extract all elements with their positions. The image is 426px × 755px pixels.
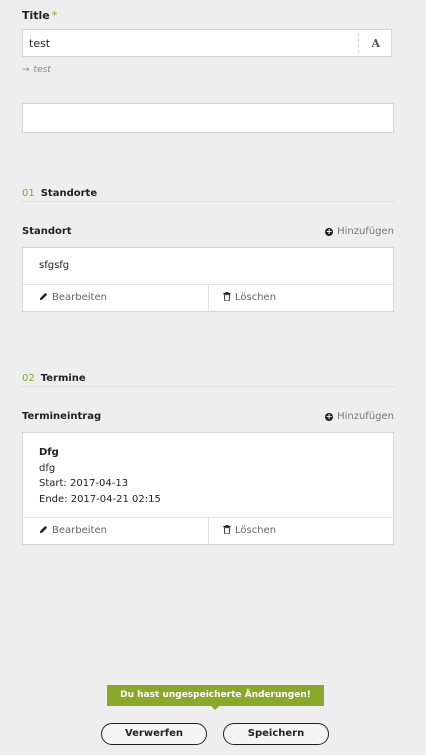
termineintrag-group-title: Termineintrag xyxy=(22,411,102,422)
section-number: 02 xyxy=(22,373,35,384)
delete-button[interactable]: Löschen xyxy=(223,285,276,311)
edit-label: Bearbeiten xyxy=(52,292,107,303)
pencil-icon xyxy=(39,292,48,301)
arrow-right-icon: → xyxy=(22,65,30,75)
title-label: Title * xyxy=(22,9,57,22)
termin-details: Dfg dfg Start: 2017-04-13 Ende: 2017-04-… xyxy=(23,433,393,517)
delete-label: Löschen xyxy=(235,525,277,536)
termin-card: Dfg dfg Start: 2017-04-13 Ende: 2017-04-… xyxy=(22,432,394,545)
plus-circle-icon: + xyxy=(325,412,334,421)
section-name: Termine xyxy=(40,373,86,384)
trash-icon xyxy=(223,292,231,302)
add-termineintrag-button[interactable]: + Hinzufügen xyxy=(325,411,394,422)
title-label-text: Title xyxy=(22,9,50,22)
card-actions: Bearbeiten Löschen xyxy=(23,517,393,544)
standort-group-title: Standort xyxy=(22,226,72,237)
section-number: 01 xyxy=(22,188,35,199)
text-input[interactable] xyxy=(22,103,394,133)
add-label: Hinzufügen xyxy=(337,226,394,237)
unsaved-changes-toast: Du hast ungespeicherte Änderungen! xyxy=(107,685,324,710)
action-divider xyxy=(208,285,209,311)
standort-text: sfgsfg xyxy=(39,260,70,271)
action-divider xyxy=(208,518,209,544)
termin-end: Ende: 2017-04-21 02:15 xyxy=(39,493,161,505)
add-standort-button[interactable]: + Hinzufügen xyxy=(325,226,394,237)
title-input[interactable]: test A xyxy=(22,29,392,57)
edit-button[interactable]: Bearbeiten xyxy=(39,518,107,544)
section-standorte: 01 Standorte xyxy=(22,181,394,202)
text-format-icon[interactable]: A xyxy=(371,37,380,50)
title-input-value: test xyxy=(29,37,51,50)
section-termine: 02 Termine xyxy=(22,366,394,387)
section-name: Standorte xyxy=(40,188,98,199)
standort-card: sfgsfg Bearbeiten Löschen xyxy=(22,247,394,312)
discard-button[interactable]: Verwerfen xyxy=(101,723,207,745)
delete-label: Löschen xyxy=(235,292,277,303)
trash-icon xyxy=(223,525,231,535)
edit-label: Bearbeiten xyxy=(52,525,107,536)
delete-button[interactable]: Löschen xyxy=(223,518,276,544)
save-button[interactable]: Speichern xyxy=(223,723,329,745)
add-label: Hinzufügen xyxy=(337,411,394,422)
card-actions: Bearbeiten Löschen xyxy=(23,284,393,311)
slug-text: test xyxy=(33,65,51,75)
termin-title: Dfg xyxy=(39,447,59,458)
plus-circle-icon: + xyxy=(325,227,334,236)
pencil-icon xyxy=(39,525,48,534)
termin-start: Start: 2017-04-13 xyxy=(39,478,129,489)
slug-preview: → test xyxy=(22,65,51,75)
termin-subtitle: dfg xyxy=(39,462,56,474)
edit-button[interactable]: Bearbeiten xyxy=(39,285,107,311)
required-mark: * xyxy=(51,9,58,22)
input-separator xyxy=(358,33,359,53)
